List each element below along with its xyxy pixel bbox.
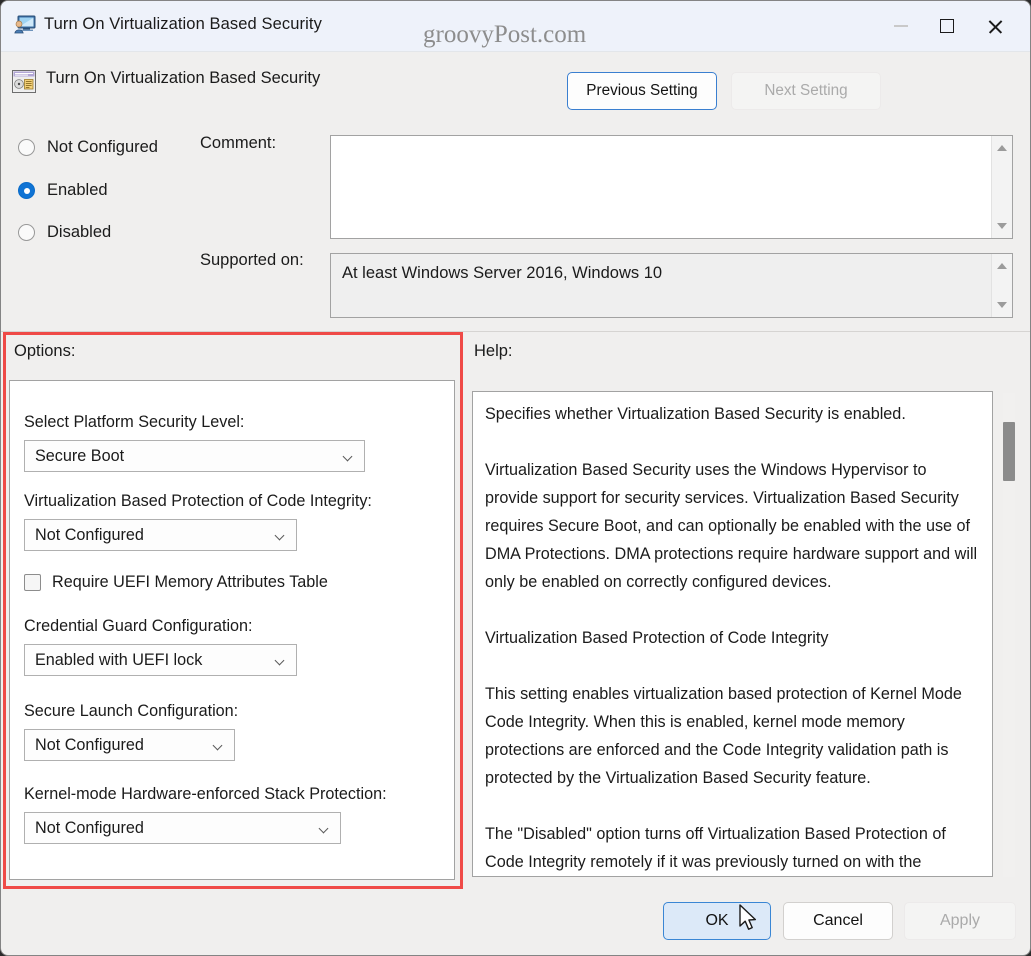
- radio-circle-icon: [18, 224, 35, 241]
- radio-label: Enabled: [47, 181, 108, 199]
- next-setting-label: Next Setting: [764, 82, 848, 99]
- window-titlebar: Turn On Virtualization Based Security gr…: [1, 1, 1030, 52]
- chevron-down-icon: [319, 825, 329, 831]
- secure-launch-label: Secure Launch Configuration:: [24, 702, 239, 720]
- credential-guard-combo[interactable]: Enabled with UEFI lock: [24, 644, 297, 676]
- comment-label: Comment:: [200, 134, 277, 152]
- combo-value: Secure Boot: [35, 446, 125, 465]
- setting-name-heading: Turn On Virtualization Based Security: [46, 69, 321, 87]
- ok-button[interactable]: OK: [663, 902, 771, 940]
- help-section-label: Help:: [474, 342, 513, 360]
- apply-button[interactable]: Apply: [904, 902, 1016, 940]
- policy-setting-dialog: Turn On Virtualization Based Security gr…: [0, 0, 1031, 956]
- cancel-button[interactable]: Cancel: [783, 902, 893, 940]
- comment-textarea[interactable]: [330, 135, 1013, 239]
- supported-on-label: Supported on:: [200, 251, 304, 269]
- secure-launch-combo[interactable]: Not Configured: [24, 729, 235, 761]
- chevron-down-icon: [213, 742, 223, 748]
- credential-guard-label: Credential Guard Configuration:: [24, 617, 253, 635]
- require-uefi-memory-attributes-checkbox[interactable]: Require UEFI Memory Attributes Table: [24, 573, 328, 592]
- radio-label: Disabled: [47, 223, 112, 241]
- help-panel: Specifies whether Virtualization Based S…: [472, 391, 993, 877]
- policy-setting-icon: [12, 70, 36, 93]
- watermark-text: groovyPost.com: [423, 21, 587, 48]
- checkbox-icon: [24, 574, 41, 591]
- code-integrity-protection-label: Virtualization Based Protection of Code …: [24, 492, 372, 510]
- scroll-down-arrow-icon[interactable]: [997, 223, 1007, 229]
- next-setting-button[interactable]: Next Setting: [731, 72, 881, 110]
- radio-label: Not Configured: [47, 138, 158, 156]
- kernel-mode-stack-protection-combo[interactable]: Not Configured: [24, 812, 341, 844]
- close-button[interactable]: [972, 1, 1018, 51]
- scroll-up-arrow-icon[interactable]: [997, 263, 1007, 269]
- supported-on-scrollbar[interactable]: [991, 254, 1012, 317]
- combo-value: Not Configured: [35, 525, 144, 544]
- help-scrollbar-thumb[interactable]: [1003, 422, 1015, 481]
- chevron-down-icon: [275, 657, 285, 663]
- platform-security-level-label: Select Platform Security Level:: [24, 413, 245, 431]
- monitor-user-icon: [14, 15, 36, 35]
- minimize-button[interactable]: [878, 1, 924, 51]
- previous-setting-label: Previous Setting: [586, 82, 698, 99]
- supported-on-field[interactable]: At least Windows Server 2016, Windows 10: [330, 253, 1013, 318]
- scroll-down-arrow-icon[interactable]: [997, 302, 1007, 308]
- radio-circle-selected-icon: [18, 182, 35, 199]
- scroll-up-arrow-icon[interactable]: [997, 145, 1007, 151]
- options-section-label: Options:: [14, 342, 76, 360]
- options-panel: Select Platform Security Level: Secure B…: [9, 380, 455, 880]
- comment-scrollbar[interactable]: [991, 136, 1012, 238]
- kernel-mode-stack-protection-label: Kernel-mode Hardware-enforced Stack Prot…: [24, 785, 387, 803]
- radio-circle-icon: [18, 139, 35, 156]
- combo-value: Not Configured: [35, 735, 144, 754]
- combo-value: Enabled with UEFI lock: [35, 650, 203, 669]
- code-integrity-protection-combo[interactable]: Not Configured: [24, 519, 297, 551]
- platform-security-level-combo[interactable]: Secure Boot: [24, 440, 365, 472]
- maximize-button[interactable]: [924, 1, 970, 51]
- window-title: Turn On Virtualization Based Security: [44, 15, 322, 33]
- combo-value: Not Configured: [35, 818, 144, 837]
- chevron-down-icon: [275, 532, 285, 538]
- ok-label: OK: [705, 912, 729, 929]
- apply-label: Apply: [939, 912, 981, 929]
- checkbox-label: Require UEFI Memory Attributes Table: [52, 573, 328, 591]
- previous-setting-button[interactable]: Previous Setting: [567, 72, 717, 110]
- section-divider: [1, 331, 1030, 332]
- minimize-icon: [894, 25, 908, 27]
- supported-on-value: At least Windows Server 2016, Windows 10: [342, 264, 663, 282]
- chevron-down-icon: [343, 453, 353, 459]
- help-text: Specifies whether Virtualization Based S…: [485, 405, 978, 871]
- radio-not-configured[interactable]: Not Configured: [18, 138, 158, 157]
- cancel-label: Cancel: [813, 912, 863, 929]
- radio-enabled[interactable]: Enabled: [18, 181, 108, 200]
- close-icon: [987, 18, 1004, 35]
- radio-disabled[interactable]: Disabled: [18, 223, 111, 242]
- maximize-icon: [940, 19, 954, 33]
